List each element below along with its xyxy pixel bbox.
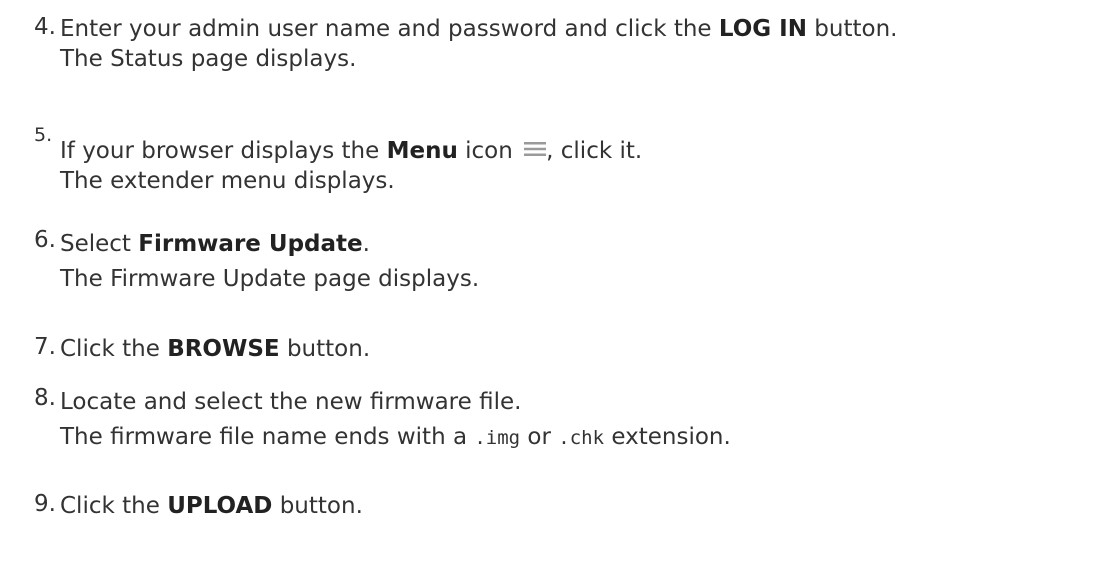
step-result: The extender menu displays. [60,168,395,194]
step-instruction: Select Firmware Update. [60,231,370,257]
step-number: 4. [34,14,56,40]
step-instruction: Enter your admin user name and password … [60,16,898,42]
step-body: Select Firmware Update. The Firmware Upd… [60,227,1110,297]
step-body: Click the UPLOAD button. [60,491,1110,521]
step-result: The firmware file name ends with a .img … [60,424,731,450]
img-extension: .img [474,427,521,449]
step-number: 7. [34,334,56,360]
step-number: 9. [34,491,56,517]
browse-button-label: BROWSE [167,336,280,362]
menu-label: Menu [386,138,458,164]
step-instruction: If your browser displays the Menu icon ,… [60,138,643,164]
menu-icon [524,142,547,156]
step-result: The Status page displays. [60,46,357,72]
step-body: Enter your admin user name and password … [60,14,1110,74]
step-body: Click the BROWSE button. [60,334,1110,364]
step-number: 6. [34,227,56,253]
firmware-update-label: Firmware Update [138,231,363,257]
page: { "steps": [ { "number": "4.", "pre": "E… [0,0,1110,564]
step-number: 5. [34,124,53,146]
chk-extension: .chk [558,427,605,449]
upload-button-label: UPLOAD [167,493,273,519]
step-instruction: Click the BROWSE button. [60,336,371,362]
step-instruction: Locate and select the new firmware file. [60,389,522,415]
step-instruction: Click the UPLOAD button. [60,493,363,519]
step-body: If your browser displays the Menu icon ,… [60,136,1110,196]
step-number: 8. [34,385,56,411]
step-body: Locate and select the new firmware file.… [60,385,1110,456]
step-result: The Firmware Update page displays. [60,266,480,292]
log-in-button-label: LOG IN [718,16,807,42]
